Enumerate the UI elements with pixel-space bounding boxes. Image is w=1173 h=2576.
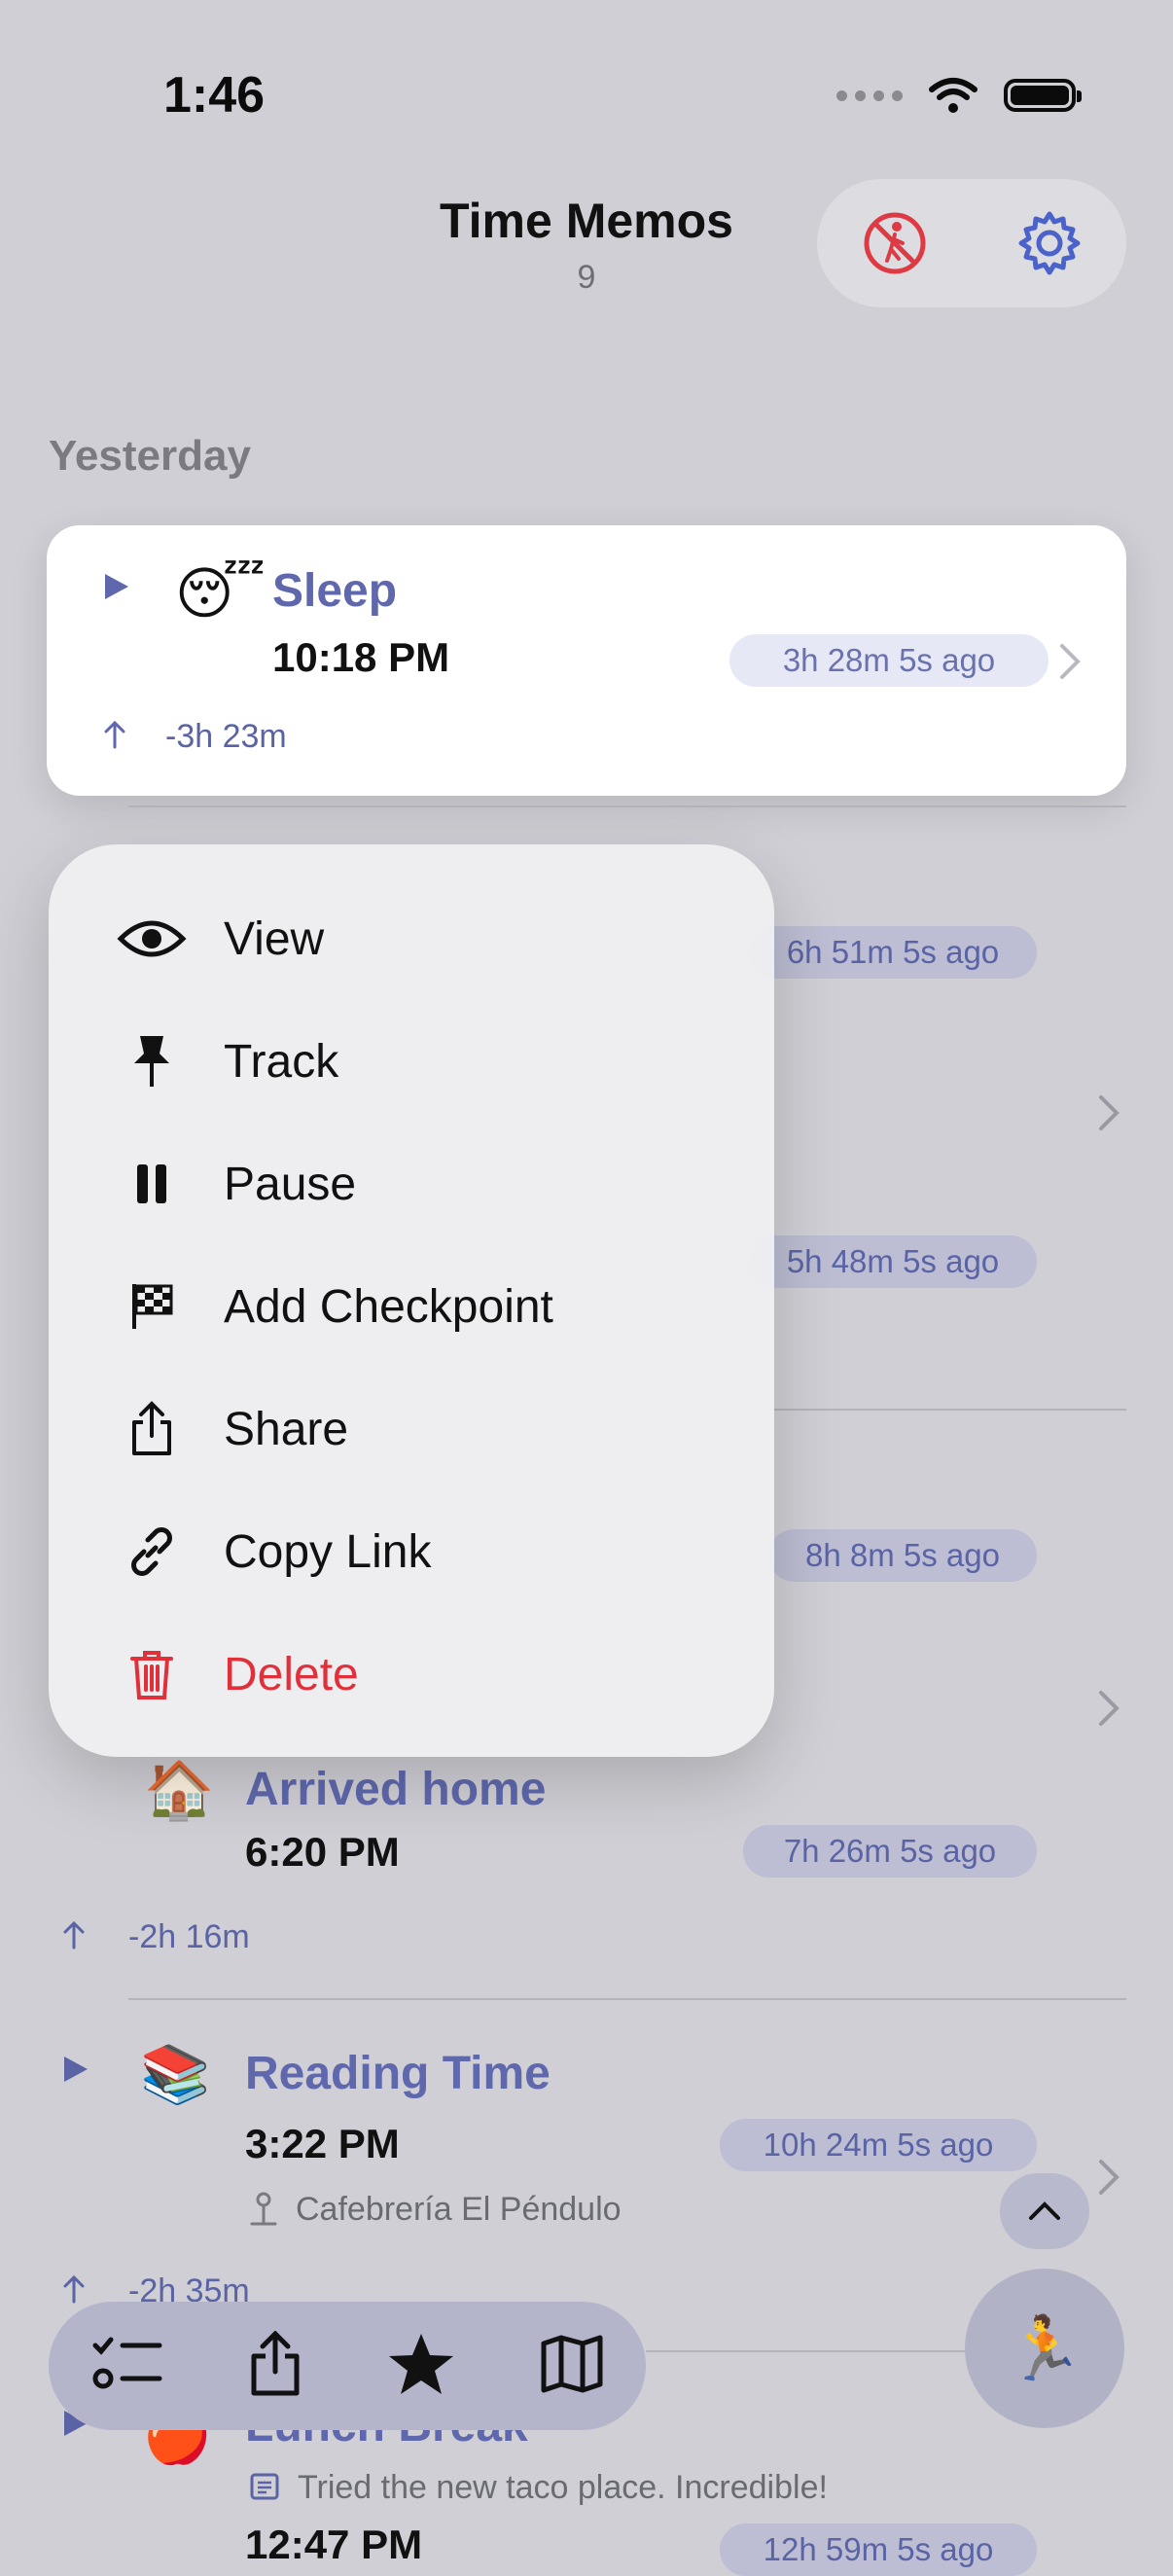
trash-icon <box>113 1647 191 1701</box>
memo-name: Arrived home <box>245 1764 547 1815</box>
checklist-icon <box>92 2337 161 2388</box>
memo-delta: -2h 16m <box>128 1918 250 1955</box>
checklist-button[interactable] <box>91 2332 163 2401</box>
memo-emoji: 😴 <box>175 562 267 626</box>
runner-icon: 🏃 <box>1006 2312 1084 2383</box>
memo-time: 6:20 PM <box>245 1829 400 1875</box>
menu-item-add-checkpoint[interactable]: Add Checkpoint <box>49 1245 774 1368</box>
pause-icon <box>113 1163 191 1205</box>
location-pin-icon <box>250 2192 277 2226</box>
header-actions <box>817 179 1126 307</box>
memo-location: Cafebrería El Péndulo <box>296 2191 622 2228</box>
memo-emoji: 🏠 <box>144 1759 215 1822</box>
menu-item-label: Track <box>224 1035 339 1088</box>
map-button[interactable] <box>540 2334 604 2399</box>
chevron-right-icon <box>1099 1691 1120 1726</box>
menu-item-pause[interactable]: Pause <box>49 1123 774 1245</box>
memo-time: 3:22 PM <box>245 2121 400 2166</box>
memo-emoji: 📚 <box>140 2043 211 2106</box>
status-icons <box>836 68 1082 123</box>
eye-icon <box>113 917 191 960</box>
memo-name: Reading Time <box>245 2048 551 2099</box>
note-icon <box>250 2473 279 2500</box>
menu-item-label: Pause <box>224 1158 357 1210</box>
section-yesterday: Yesterday <box>49 432 251 480</box>
arrow-up-icon <box>104 720 125 749</box>
context-menu: View Track Pause Add Checkpoint Share Co… <box>49 844 774 1757</box>
memo-name: Sleep <box>272 565 398 617</box>
menu-item-view[interactable]: View <box>49 877 774 1000</box>
start-activity-button[interactable]: 🏃 <box>965 2269 1124 2428</box>
menu-item-delete[interactable]: Delete <box>49 1613 774 1735</box>
menu-item-label: Share <box>224 1403 349 1455</box>
memo-time: 12:47 PM <box>245 2522 423 2567</box>
elapsed-badge: 8h 8m 5s ago <box>768 1529 1037 1582</box>
arrow-up-icon <box>63 2274 85 2304</box>
no-walking-icon <box>864 212 925 274</box>
focused-memo-card[interactable]: 😴 Sleep 10:18 PM 3h 28m 5s ago -3h 23m <box>47 525 1126 796</box>
battery-icon <box>1004 79 1082 112</box>
memo-delta: -3h 23m <box>165 718 287 755</box>
wifi-icon <box>929 78 978 113</box>
status-time: 1:46 <box>163 67 266 124</box>
menu-item-label: Copy Link <box>224 1525 432 1578</box>
menu-item-share[interactable]: Share <box>49 1368 774 1490</box>
elapsed-badge: 6h 51m 5s ago <box>749 926 1037 979</box>
gear-icon <box>1018 211 1080 275</box>
play-icon[interactable] <box>62 2055 89 2084</box>
menu-item-label: View <box>224 912 325 965</box>
memo-time: 10:18 PM <box>272 634 450 680</box>
divider <box>646 2350 967 2352</box>
menu-item-label: Add Checkpoint <box>224 1280 553 1333</box>
arrow-up-icon <box>63 1920 85 1950</box>
elapsed-badge: 12h 59m 5s ago <box>720 2523 1037 2576</box>
pin-icon <box>113 1032 191 1091</box>
chevron-up-icon <box>1029 2201 1060 2220</box>
memo-note: Tried the new taco place. Incredible! <box>298 2469 828 2506</box>
scroll-to-top-button[interactable] <box>1000 2173 1089 2249</box>
checkered-flag-icon <box>113 1282 191 1331</box>
share-icon <box>113 1401 191 1457</box>
link-icon <box>113 1524 191 1579</box>
map-icon <box>541 2335 602 2392</box>
menu-item-copy-link[interactable]: Copy Link <box>49 1490 774 1613</box>
chevron-right-icon <box>1099 2160 1120 2195</box>
chevron-right-icon <box>1099 1095 1120 1130</box>
play-icon[interactable] <box>103 572 130 601</box>
divider <box>774 1409 1126 1411</box>
cellular-signal-icon <box>836 89 903 101</box>
star-icon <box>388 2333 453 2394</box>
elapsed-badge: 3h 28m 5s ago <box>729 634 1049 687</box>
favorites-button[interactable] <box>387 2331 455 2402</box>
bottom-toolbar <box>49 2302 646 2430</box>
elapsed-badge: 7h 26m 5s ago <box>743 1825 1037 1878</box>
share-icon <box>251 2329 299 2395</box>
no-walking-button[interactable] <box>836 185 953 302</box>
elapsed-badge: 10h 24m 5s ago <box>720 2119 1037 2171</box>
share-button[interactable] <box>248 2329 302 2402</box>
menu-item-label: Delete <box>224 1648 359 1700</box>
divider <box>128 805 1126 807</box>
elapsed-badge: 5h 48m 5s ago <box>749 1235 1037 1288</box>
divider <box>128 1998 1126 2000</box>
settings-button[interactable] <box>991 185 1108 302</box>
menu-item-track[interactable]: Track <box>49 1000 774 1123</box>
chevron-right-icon <box>1060 644 1081 679</box>
